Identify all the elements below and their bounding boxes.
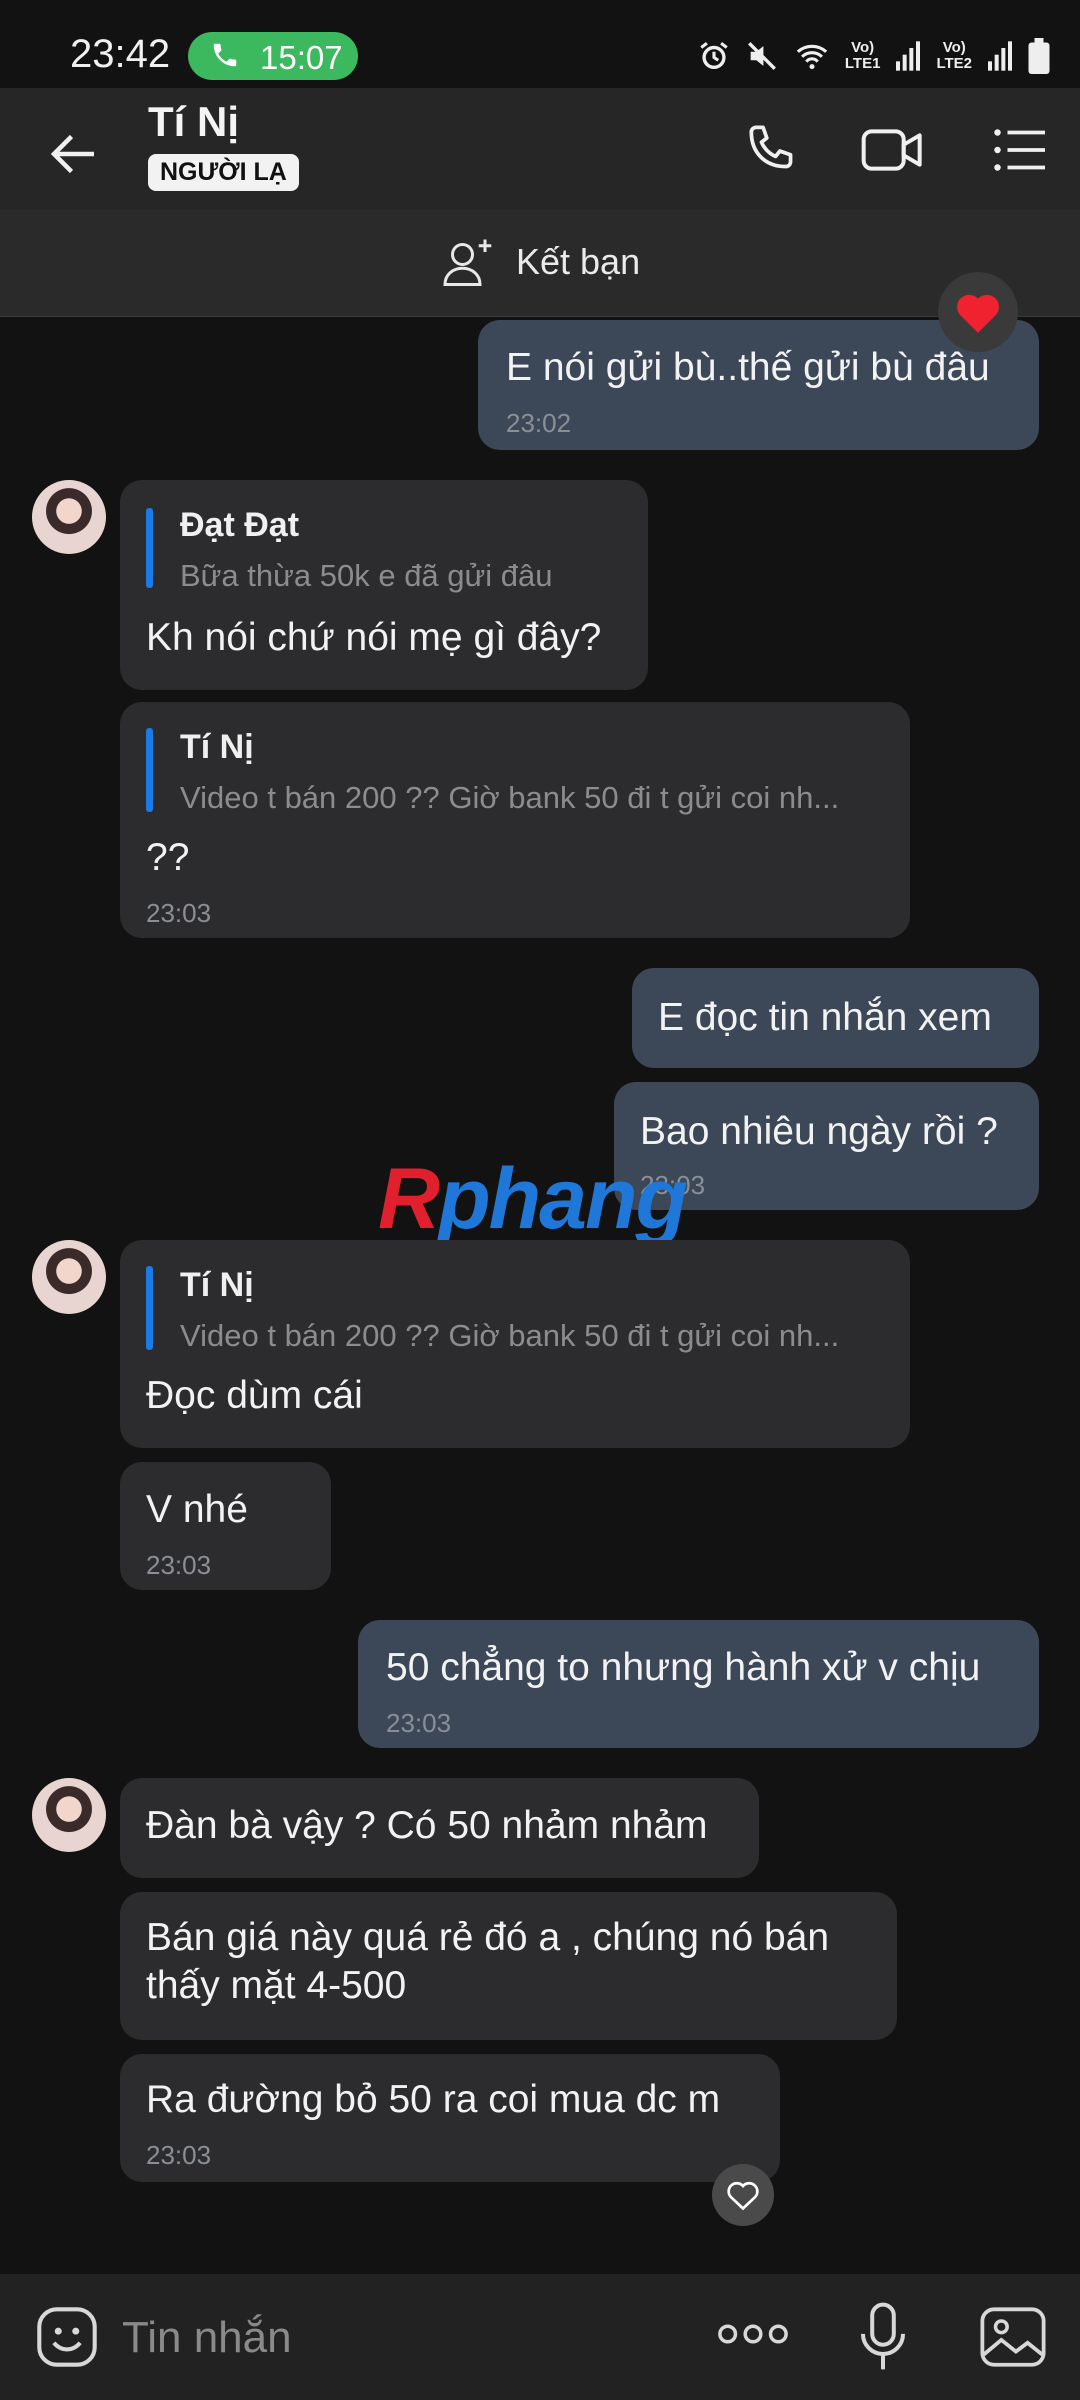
status-icons: Vo) LTE1 Vo) LTE2 <box>697 36 1050 76</box>
avatar[interactable] <box>32 1240 106 1314</box>
quote-bar <box>146 728 153 812</box>
message-bubble-outgoing[interactable]: E đọc tin nhắn xem <box>632 968 1039 1068</box>
message-time: 23:03 <box>146 2140 212 2170</box>
watermark: Rphang <box>378 1151 688 1247</box>
message-bubble-incoming[interactable]: Tí Nị Video t bán 200 ?? Giờ bank 50 đi … <box>120 702 910 938</box>
message-bubble-incoming[interactable]: Ra đường bỏ 50 ra coi mua dc m 23:03 <box>120 2054 780 2182</box>
phone-icon[interactable] <box>738 118 802 182</box>
quote-text: Video t bán 200 ?? Giờ bank 50 đi t gửi … <box>180 1318 840 1353</box>
message-bubble-incoming[interactable]: Tí Nị Video t bán 200 ?? Giờ bank 50 đi … <box>120 1240 910 1448</box>
message-time: 23:03 <box>386 1708 452 1738</box>
message-time: 23:03 <box>146 1550 212 1580</box>
message-text: E đọc tin nhắn xem <box>658 996 992 1039</box>
message-bubble-incoming[interactable]: V nhé 23:03 <box>120 1462 331 1590</box>
phone-icon <box>213 43 237 67</box>
message-text: Bao nhiêu ngày rồi ? <box>640 1110 998 1153</box>
quote-bar <box>146 1266 153 1350</box>
status-bar: 23:42 15:07 Vo) LTE1 Vo) LTE2 <box>0 0 1080 88</box>
message-bubble-outgoing[interactable]: 50 chẳng to nhưng hành xử v chịu 23:03 <box>358 1620 1039 1748</box>
sim1-indicator: Vo) LTE1 <box>844 39 881 72</box>
message-text: V nhé <box>146 1488 248 1531</box>
ongoing-call-pill[interactable]: 15:07 <box>188 32 358 80</box>
chat-header: Tí Nị NGƯỜI LẠ <box>0 88 1080 210</box>
video-camera-icon[interactable] <box>858 118 928 182</box>
signal-icon <box>896 41 921 71</box>
contact-name[interactable]: Tí Nị <box>148 98 239 146</box>
heart-reaction[interactable] <box>938 272 1018 352</box>
message-text: 50 chẳng to nhưng hành xử v chịu <box>386 1646 981 1689</box>
signal-icon <box>988 41 1012 71</box>
message-text: ?? <box>146 836 190 879</box>
avatar[interactable] <box>32 480 106 554</box>
heart-icon <box>727 2181 759 2211</box>
status-time: 23:42 <box>70 32 171 76</box>
message-text: E nói gửi bù..thế gửi bù đâu <box>506 346 990 389</box>
add-friend-icon <box>443 239 492 286</box>
wifi-icon <box>796 44 828 70</box>
battery-icon <box>1028 38 1050 74</box>
message-text: Đàn bà vậy ? Có 50 nhảm nhảm <box>146 1804 708 1847</box>
quote-author: Đạt Đạt <box>180 506 300 544</box>
message-bubble-incoming[interactable]: Đàn bà vậy ? Có 50 nhảm nhảm <box>120 1778 759 1878</box>
microphone-icon[interactable] <box>856 2300 910 2374</box>
list-menu-icon[interactable] <box>990 120 1050 180</box>
message-text-line-1: Bán giá này quá rẻ đó a , chúng nó bán <box>146 1916 830 1959</box>
quote-author: Tí Nị <box>180 1266 254 1304</box>
quote-text: Video t bán 200 ?? Giờ bank 50 đi t gửi … <box>180 780 840 815</box>
mute-icon <box>747 42 776 70</box>
message-text: Ra đường bỏ 50 ra coi mua dc m <box>146 2078 721 2121</box>
quote-text: Bữa thừa 50k e đã gửi đâu <box>180 558 553 593</box>
message-time: 23:03 <box>146 898 212 928</box>
like-button[interactable] <box>712 2164 774 2226</box>
sim2-indicator: Vo) LTE2 <box>936 39 972 72</box>
avatar[interactable] <box>32 1778 106 1852</box>
heart-icon <box>957 294 999 333</box>
alarm-icon <box>700 42 728 70</box>
message-time: 23:02 <box>506 408 572 438</box>
quote-bar <box>146 508 153 588</box>
add-friend-button[interactable]: Kết bạn <box>440 232 640 292</box>
message-text: Đọc dùm cái <box>146 1374 363 1417</box>
more-dots-icon[interactable] <box>716 2314 790 2354</box>
image-icon[interactable] <box>978 2304 1048 2370</box>
back-arrow-icon[interactable] <box>44 124 104 184</box>
quote-author: Tí Nị <box>180 728 254 766</box>
message-input[interactable] <box>120 2304 644 2372</box>
message-input-bar <box>0 2274 1080 2400</box>
stranger-badge: NGƯỜI LẠ <box>148 154 299 191</box>
emoji-icon[interactable] <box>32 2302 102 2372</box>
message-text: Kh nói chứ nói mẹ gì đây? <box>146 616 602 659</box>
message-bubble-incoming[interactable]: Bán giá này quá rẻ đó a , chúng nó bán t… <box>120 1892 897 2040</box>
add-friend-label: Kết bạn <box>516 241 641 282</box>
call-timer: 15:07 <box>260 39 343 76</box>
add-friend-bar: Kết bạn <box>0 210 1080 317</box>
message-text-line-2: thấy mặt 4-500 <box>146 1964 407 2007</box>
message-bubble-incoming[interactable]: Đạt Đạt Bữa thừa 50k e đã gửi đâu Kh nói… <box>120 480 648 690</box>
